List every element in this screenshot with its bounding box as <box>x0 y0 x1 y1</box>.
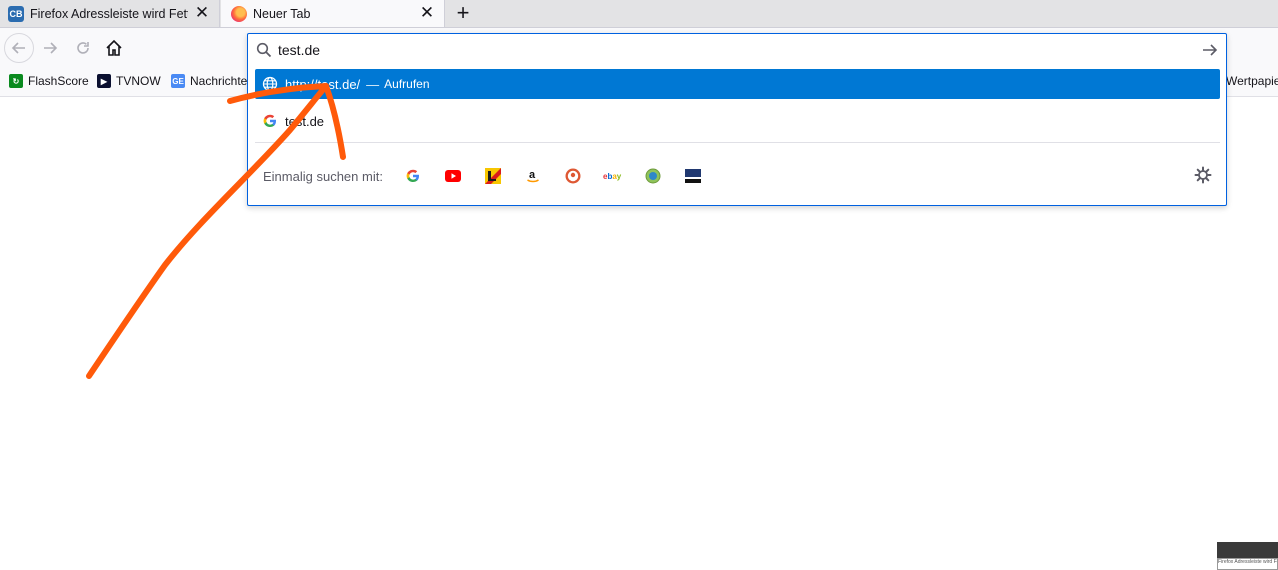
new-tab-button[interactable]: + <box>452 0 474 25</box>
bar-engine-icon[interactable] <box>681 164 705 188</box>
forward-button[interactable] <box>37 35 63 61</box>
bookmark-label: FlashScore <box>28 74 89 88</box>
duckduckgo-icon[interactable] <box>561 164 585 188</box>
tvnow-icon: ▶ <box>97 74 111 88</box>
globe-engine-icon[interactable] <box>641 164 665 188</box>
forward-arrow-icon <box>44 42 58 54</box>
result-search-google[interactable]: test.de <box>255 106 1220 136</box>
home-icon <box>106 39 122 56</box>
bookmark-flashscore[interactable]: ↻ FlashScore <box>9 74 89 88</box>
result-text: test.de <box>285 113 325 129</box>
ebay-icon[interactable]: ebay <box>601 164 625 188</box>
computerbase-icon: CB <box>8 5 24 22</box>
tab-neuer-tab[interactable]: Neuer Tab ✕ <box>221 0 445 27</box>
go-button[interactable] <box>1200 40 1220 60</box>
bookmark-tvnow[interactable]: ▶ TVNOW <box>97 74 161 88</box>
globe-icon <box>262 76 278 92</box>
result-visit-url[interactable]: http://test.de/ — Aufrufen <box>255 69 1220 99</box>
svg-text:ebay: ebay <box>603 172 622 181</box>
thumbnail-label: Firefox Adressleiste wird Fett <box>1217 558 1278 570</box>
google-icon <box>262 113 278 129</box>
one-off-search-bar: Einmalig suchen mit: a ebay <box>263 161 721 191</box>
gear-icon <box>1194 166 1212 184</box>
bookmark-label: Wertpapie <box>1226 74 1278 88</box>
back-button[interactable] <box>4 33 34 63</box>
search-icon <box>256 42 272 58</box>
back-arrow-icon <box>11 42 25 54</box>
news-icon: GE <box>171 74 185 88</box>
result-action: Aufrufen <box>384 77 430 91</box>
amazon-icon[interactable]: a <box>521 164 545 188</box>
flashscore-icon: ↻ <box>9 74 23 88</box>
leo-icon[interactable] <box>481 164 505 188</box>
reload-icon <box>77 42 89 54</box>
divider <box>255 142 1220 143</box>
bookmark-nachrichten[interactable]: GE Nachrichte <box>171 74 247 88</box>
home-button[interactable] <box>101 35 127 61</box>
youtube-icon[interactable] <box>441 164 465 188</box>
result-url: http://test.de/ <box>285 76 361 92</box>
arrow-right-icon <box>1203 44 1218 56</box>
firefox-icon <box>231 5 247 22</box>
urlbar-popup: http://test.de/ — Aufrufen test.de Einma… <box>247 33 1227 206</box>
tab-title: Neuer Tab <box>253 6 311 21</box>
svg-text:a: a <box>529 169 536 181</box>
bookmark-label: TVNOW <box>116 74 161 88</box>
bookmark-wertpapiere[interactable]: Wertpapie <box>1226 74 1278 88</box>
tab-firefox-adressleiste[interactable]: CB Firefox Adressleiste wird Fett be ✕ <box>0 0 220 27</box>
search-settings-button[interactable] <box>1192 164 1214 186</box>
bookmark-label: Nachrichte <box>190 74 248 88</box>
urlbar <box>248 34 1226 66</box>
result-separator: — <box>366 76 380 92</box>
one-off-label: Einmalig suchen mit: <box>263 168 383 184</box>
tab-title: Firefox Adressleiste wird Fett be <box>30 6 188 21</box>
reload-button[interactable] <box>70 35 96 61</box>
close-icon[interactable]: ✕ <box>193 3 211 22</box>
close-icon[interactable]: ✕ <box>418 3 436 22</box>
google-icon[interactable] <box>401 164 425 188</box>
url-input[interactable] <box>278 40 1178 60</box>
tab-strip: CB Firefox Adressleiste wird Fett be ✕ N… <box>0 0 1278 28</box>
